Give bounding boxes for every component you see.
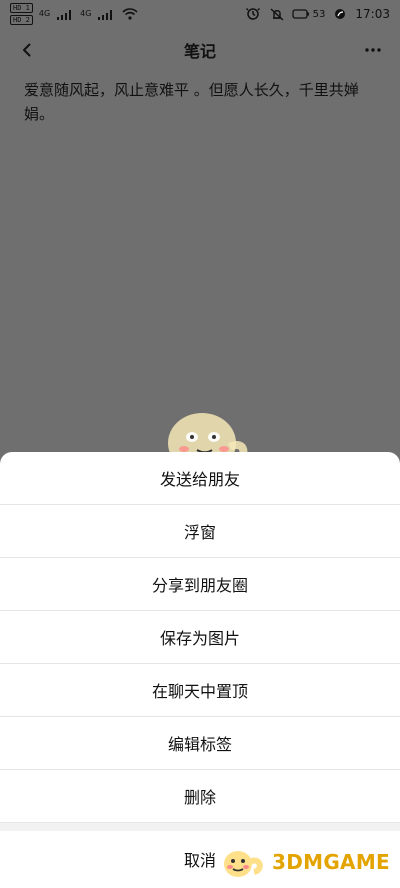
note-content: 爱意随风起，风止意难平 。但愿人长久，千里共婵娟。 <box>24 81 359 123</box>
back-icon <box>23 43 31 57</box>
network-type-1: 4G <box>38 9 51 18</box>
battery-label: 53 <box>312 8 326 20</box>
action-save-as-image[interactable]: 保存为图片 <box>0 611 400 664</box>
back-button[interactable] <box>12 35 42 65</box>
watermark-mascot-icon <box>224 851 263 877</box>
signal-icon <box>57 10 72 20</box>
status-right: 53 17:03 <box>244 7 390 21</box>
action-pin-in-chat[interactable]: 在聊天中置顶 <box>0 664 400 717</box>
app-bar: 笔记 <box>0 28 400 72</box>
action-floating-window[interactable]: 浮窗 <box>0 505 400 558</box>
watermark: 3DMGAME <box>220 842 390 882</box>
more-icon <box>365 48 381 52</box>
status-bar: HD 1 HD 2 4G 4G 53 17:03 <box>0 0 400 28</box>
watermark-text: 3DMGAME <box>272 850 390 874</box>
hd-badge-1: HD 1 <box>10 3 33 13</box>
battery-icon <box>292 9 309 19</box>
wifi-icon <box>122 8 139 20</box>
status-time: 17:03 <box>355 7 390 21</box>
action-send-to-friend[interactable]: 发送给朋友 <box>0 452 400 505</box>
action-delete[interactable]: 删除 <box>0 770 400 823</box>
page-title: 笔记 <box>183 42 216 61</box>
action-share-to-moments[interactable]: 分享到朋友圈 <box>0 558 400 611</box>
action-edit-tags[interactable]: 编辑标签 <box>0 717 400 770</box>
sheet-divider <box>0 823 400 831</box>
network-type-2: 4G <box>80 9 92 18</box>
battery-indicator: 53 <box>292 7 326 21</box>
status-left: HD 1 HD 2 4G 4G <box>10 3 139 25</box>
hd-badge-2: HD 2 <box>10 15 33 25</box>
signal-icon-2 <box>98 10 113 20</box>
mute-icon <box>270 8 284 21</box>
hd-badges: HD 1 HD 2 <box>10 3 33 25</box>
alarm-icon <box>245 7 260 20</box>
action-sheet: 发送给朋友 浮窗 分享到朋友圈 保存为图片 在聊天中置顶 编辑标签 删除 取消 <box>0 452 400 888</box>
leaf-icon <box>335 9 346 19</box>
more-button[interactable] <box>358 35 388 65</box>
